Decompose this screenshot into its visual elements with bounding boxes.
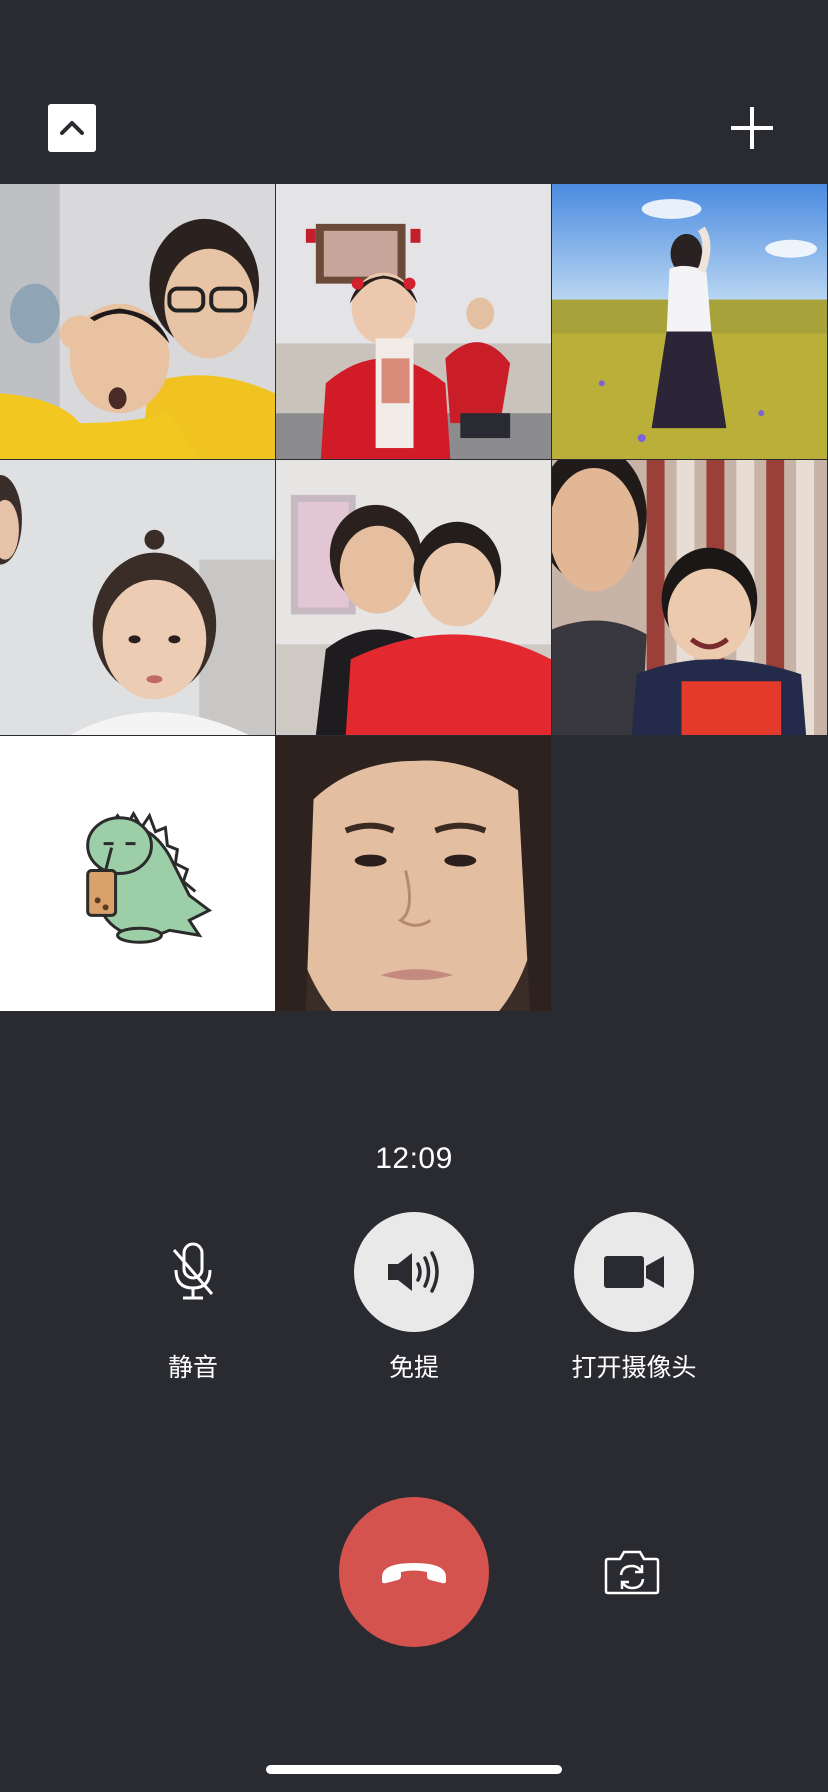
switch-camera-button[interactable] — [602, 1545, 662, 1599]
empty-tile — [552, 736, 828, 1012]
speaker-button[interactable]: 免提 — [314, 1212, 514, 1384]
participant-video-tile[interactable] — [552, 184, 828, 460]
video-feed — [0, 460, 275, 735]
participant-video-tile[interactable] — [552, 460, 828, 736]
participant-video-tile[interactable] — [276, 184, 552, 460]
video-feed — [552, 184, 827, 459]
speaker-label: 免提 — [388, 1354, 439, 1382]
plus-icon — [731, 107, 773, 149]
mute-toggle[interactable] — [133, 1212, 253, 1332]
chevron-up-icon — [60, 121, 84, 135]
add-participant-button[interactable] — [728, 104, 776, 152]
video-feed — [276, 460, 551, 735]
switch-camera-icon — [604, 1550, 660, 1595]
camera-label: 打开摄像头 — [571, 1354, 697, 1382]
mute-button[interactable]: 静音 — [93, 1212, 293, 1384]
video-feed — [0, 184, 275, 459]
self-video-tile[interactable] — [276, 736, 552, 1012]
call-duration: 12:09 — [375, 1142, 453, 1175]
hangup-button[interactable] — [339, 1497, 489, 1647]
camera-button[interactable]: 打开摄像头 — [534, 1212, 734, 1384]
camera-toggle[interactable] — [574, 1212, 694, 1332]
participant-video-tile[interactable] — [0, 184, 276, 460]
participant-grid — [0, 184, 828, 1012]
group-call-screen: 12:09 静音 免提 打开摄像头 — [0, 0, 828, 1792]
participant-video-tile[interactable] — [0, 460, 276, 736]
speaker-icon — [388, 1251, 439, 1293]
dinosaur-avatar — [0, 736, 275, 1011]
video-feed — [276, 184, 551, 459]
video-camera-icon — [604, 1256, 664, 1288]
mute-label: 静音 — [167, 1354, 218, 1382]
call-controls: 静音 免提 打开摄像头 — [0, 1212, 828, 1382]
home-indicator[interactable] — [266, 1765, 562, 1774]
video-feed — [276, 736, 551, 1011]
participant-avatar-tile[interactable] — [0, 736, 276, 1012]
participant-video-tile[interactable] — [276, 460, 552, 736]
microphone-off-icon — [172, 1242, 214, 1300]
minimize-call-button[interactable] — [48, 104, 96, 152]
video-feed — [552, 460, 827, 735]
hangup-phone-icon — [382, 1563, 446, 1584]
speaker-toggle[interactable] — [354, 1212, 474, 1332]
